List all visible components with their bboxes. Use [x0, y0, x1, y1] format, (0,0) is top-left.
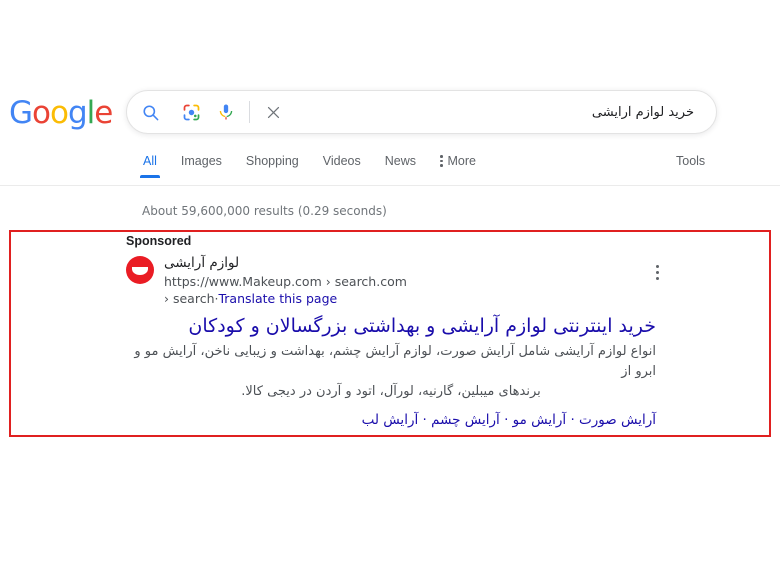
microphone-icon[interactable]: [209, 97, 243, 127]
tab-videos[interactable]: Videos: [323, 152, 361, 178]
sitelink-1[interactable]: آرایش صورت: [579, 412, 656, 428]
more-kebab-icon: [440, 155, 443, 167]
ad-header-row: لوازم آرایشی https://www.Makeup.com › se…: [126, 254, 686, 307]
tab-more[interactable]: More: [440, 152, 476, 178]
ad-sitelinks-row: آرایش صورت · آرایش مو · آرایش چشم · آرای…: [126, 410, 656, 430]
sitelink-2[interactable]: آرایش مو: [513, 412, 567, 428]
tab-news[interactable]: News: [385, 152, 416, 178]
search-submit-icon[interactable]: [127, 97, 173, 127]
sitelink-separator-2: ·: [504, 412, 509, 428]
sponsored-ad-result: Sponsored لوازم آرایشی https://www.Makeu…: [126, 233, 686, 430]
ad-description-line-1: انواع لوازم آرایشی شامل آرایش صورت، لواز…: [134, 344, 656, 379]
tab-images[interactable]: Images: [181, 152, 222, 178]
ad-title-link[interactable]: خرید اینترنتی لوازم آرایشی و بهداشتی بزر…: [126, 313, 656, 339]
tabs-underline-rule: [0, 185, 780, 186]
tab-shopping[interactable]: Shopping: [246, 152, 299, 178]
tab-all-label: All: [143, 154, 157, 168]
search-divider: [249, 101, 250, 123]
search-bar[interactable]: [126, 90, 717, 134]
translate-this-page-link[interactable]: Translate this page: [218, 291, 337, 306]
clear-search-icon[interactable]: [256, 100, 290, 124]
ad-url-line: https://www.Makeup.com › search.com › se…: [164, 273, 412, 307]
ad-description-line-2: برندهای میبلین، گارنیه، لورآل، اتود و آر…: [241, 384, 541, 399]
sitelink-separator-1: ·: [570, 412, 575, 428]
tab-shopping-label: Shopping: [245, 154, 299, 168]
search-input[interactable]: [290, 104, 716, 120]
ad-options-kebab-icon[interactable]: [653, 262, 662, 283]
tab-more-label: More: [447, 154, 476, 168]
google-logo[interactable]: Google: [9, 98, 113, 129]
sitelink-3[interactable]: آرایش چشم: [431, 412, 500, 428]
results-count-text: About 59,600,000 results (0.29 seconds): [142, 204, 387, 218]
google-search-results-page: Google خرید لوازم آرایشی All Images Shop…: [0, 0, 780, 567]
sitelink-4[interactable]: آرایش لب: [362, 412, 419, 428]
tab-news-label: News: [384, 154, 416, 168]
site-favicon-icon: [126, 256, 154, 284]
tab-images-label: Images: [180, 154, 222, 168]
tab-videos-label: Videos: [322, 154, 361, 168]
google-lens-icon[interactable]: [173, 97, 209, 127]
ad-site-name: لوازم آرایشی: [164, 255, 240, 271]
tab-all[interactable]: All: [140, 152, 160, 178]
tools-button[interactable]: Tools: [676, 154, 705, 168]
ad-url-block[interactable]: لوازم آرایشی https://www.Makeup.com › se…: [164, 254, 686, 307]
search-tabs: All Images Shopping Videos News More Too…: [0, 152, 780, 186]
search-header: Google خرید لوازم آرایشی All Images Shop…: [0, 0, 780, 186]
sponsored-label: Sponsored: [126, 234, 192, 248]
favicon-smile-shape: [132, 267, 148, 275]
sitelink-separator-3: ·: [422, 412, 427, 428]
